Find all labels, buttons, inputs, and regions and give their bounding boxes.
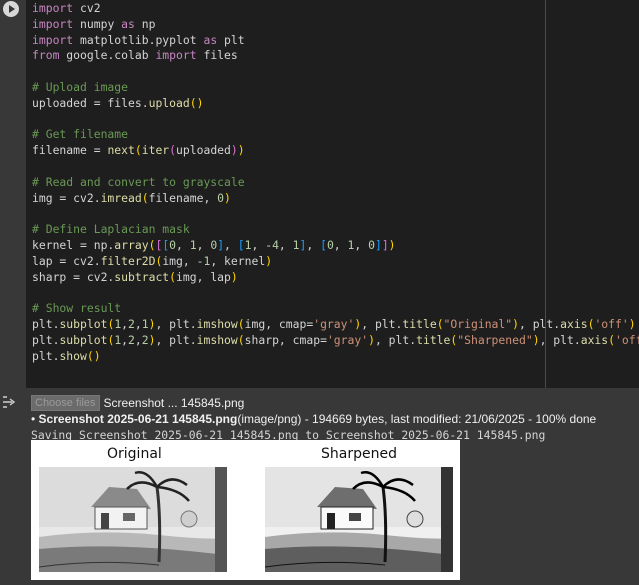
code-line: from google.colab import files: [32, 48, 238, 63]
subplot-title-original: Original: [107, 446, 162, 462]
code-line: # Upload image: [32, 79, 129, 94]
code-line: import cv2: [32, 1, 101, 15]
code-line: plt.subplot(1,2,2), plt.imshow(sharp, cm…: [32, 332, 639, 347]
upload-filename: Screenshot 2025-06-21 145845.png: [38, 412, 238, 426]
upload-status: • Screenshot 2025-06-21 145845.png(image…: [31, 411, 631, 427]
file-picker: Choose files Screenshot ... 145845.png: [31, 395, 631, 411]
code-line: sharp = cv2.subtract(img, lap): [32, 269, 238, 284]
selected-file-name: Screenshot ... 145845.png: [103, 396, 245, 410]
output-toggle-icon[interactable]: [2, 395, 20, 411]
code-line: kernel = np.array([[0, 1, 0], [1, -4, 1]…: [32, 237, 396, 252]
sharpened-image: [265, 467, 453, 572]
code-text[interactable]: import cv2 import numpy as np import mat…: [32, 1, 639, 364]
upload-details: (image/png) - 194669 bytes, last modifie…: [237, 412, 597, 426]
code-line: # Read and convert to grayscale: [32, 174, 245, 189]
matplotlib-figure: Original Sharpened: [31, 440, 460, 580]
code-editor[interactable]: import cv2 import numpy as np import mat…: [26, 0, 639, 388]
code-line: img = cv2.imread(filename, 0): [32, 190, 231, 205]
bullet: •: [31, 412, 36, 426]
code-line: # Get filename: [32, 127, 129, 142]
code-line: import matplotlib.pyplot as plt: [32, 32, 245, 47]
code-line: uploaded = files.upload(): [32, 95, 204, 110]
code-line: plt.subplot(1,2,1), plt.imshow(img, cmap…: [32, 316, 636, 331]
code-line: plt.show(): [32, 348, 101, 363]
run-cell-button[interactable]: [3, 1, 19, 17]
code-line: filename = next(iter(uploaded)): [32, 143, 245, 158]
code-line: # Show result: [32, 301, 122, 316]
choose-files-button[interactable]: Choose files: [31, 395, 100, 411]
cell-output: Choose files Screenshot ... 145845.png •…: [31, 395, 631, 443]
subplot-title-sharpened: Sharpened: [321, 446, 397, 462]
code-cell[interactable]: import cv2 import numpy as np import mat…: [0, 0, 639, 388]
code-line: # Define Laplacian mask: [32, 222, 190, 237]
code-line: lap = cv2.filter2D(img, -1, kernel): [32, 253, 273, 268]
original-image: [39, 467, 227, 572]
output-toggle-icon-glyph: [3, 396, 16, 408]
code-line: import numpy as np: [32, 16, 156, 31]
